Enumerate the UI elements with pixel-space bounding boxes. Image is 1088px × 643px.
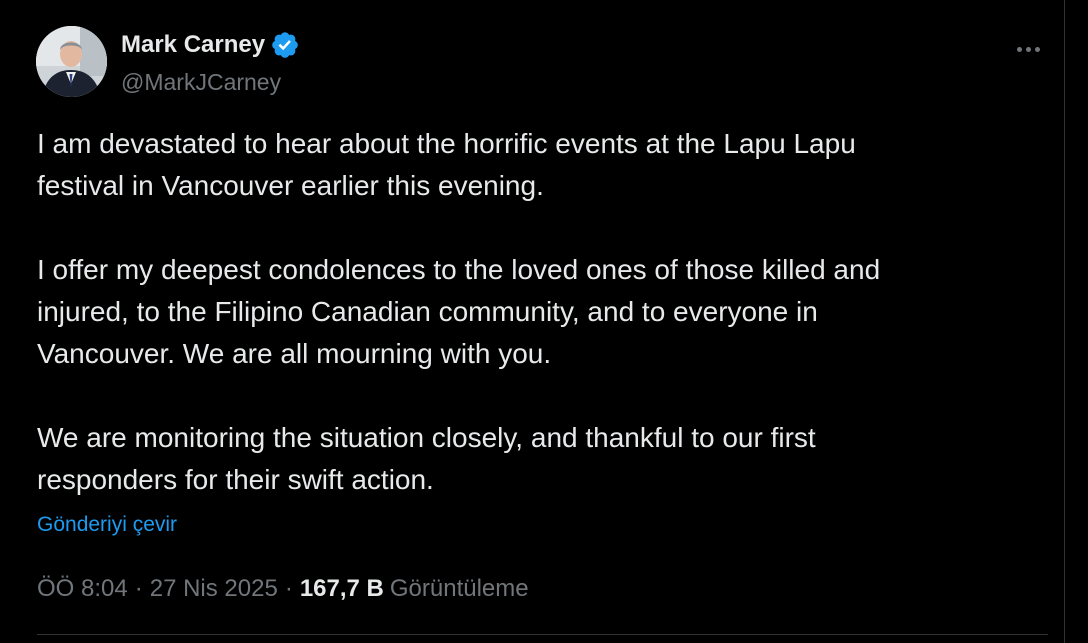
tweet-meta: ÖÖ 8:04 · 27 Nis 2025 · 167,7 B Görüntül…	[37, 573, 529, 605]
tweet-time[interactable]: ÖÖ 8:04	[37, 573, 128, 605]
tweet-paragraph: We are monitoring the situation closely,…	[37, 422, 816, 495]
tweet-paragraph: I am devastated to hear about the horrif…	[37, 128, 856, 201]
translate-post-link[interactable]: Gönderiyi çevir	[37, 511, 177, 539]
tweet-header: Mark Carney @MarkJCarney	[36, 26, 1048, 98]
more-dot	[1025, 46, 1031, 52]
display-name-row: Mark Carney	[121, 30, 300, 60]
column-border	[1064, 0, 1065, 643]
avatar[interactable]	[36, 26, 107, 97]
author-names: Mark Carney @MarkJCarney	[121, 30, 300, 98]
tweet-text: I am devastated to hear about the horrif…	[37, 123, 1047, 501]
author-handle[interactable]: @MarkJCarney	[121, 66, 300, 98]
avatar-image	[36, 26, 107, 97]
views-label: Görüntüleme	[389, 575, 529, 602]
display-name[interactable]: Mark Carney	[121, 30, 265, 60]
meta-separator: ·	[284, 575, 293, 602]
tweet-paragraph: I offer my deepest condolences to the lo…	[37, 254, 881, 369]
verified-badge-icon[interactable]	[270, 30, 300, 60]
meta-separator: ·	[134, 575, 143, 602]
tweet-date[interactable]: 27 Nis 2025	[150, 573, 278, 605]
more-horizontal-icon	[1016, 46, 1022, 52]
tweet-detail: Mark Carney @MarkJCarney I am devastated…	[0, 0, 1064, 643]
more-options-button[interactable]	[1008, 34, 1048, 64]
divider	[37, 634, 1048, 635]
more-dot	[1034, 46, 1040, 52]
views-count: 167,7 B	[299, 575, 384, 602]
